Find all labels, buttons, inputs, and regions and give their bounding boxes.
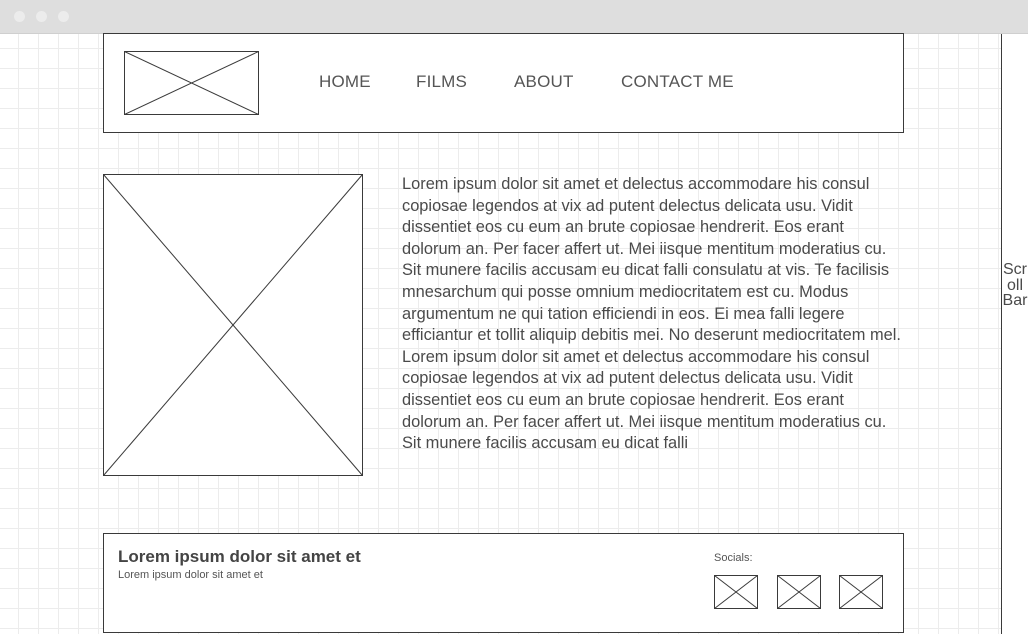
hero-image-placeholder [103,174,363,476]
window-close-dot[interactable] [14,11,25,22]
social-icon-1[interactable] [714,575,758,609]
footer-title: Lorem ipsum dolor sit amet et [118,547,361,566]
header: HOME FILMS ABOUT CONTACT ME [103,33,904,133]
window-titlebar [0,0,1028,34]
scrollbar-label: ScrollBar [1002,261,1028,309]
window-minimize-dot[interactable] [36,11,47,22]
social-icon-2[interactable] [777,575,821,609]
nav-item-films[interactable]: FILMS [416,72,467,92]
socials-label: Socials: [714,552,753,564]
footer: Lorem ipsum dolor sit amet et Lorem ipsu… [103,533,904,633]
wireframe-canvas: HOME FILMS ABOUT CONTACT ME Lorem ipsum … [0,33,1028,634]
nav-item-contact-me[interactable]: CONTACT ME [621,72,734,92]
nav-item-about[interactable]: ABOUT [514,72,574,92]
footer-subtitle: Lorem ipsum dolor sit amet et [118,569,263,581]
social-icon-3[interactable] [839,575,883,609]
nav-item-home[interactable]: HOME [319,72,371,92]
logo-placeholder[interactable] [124,51,259,115]
scrollbar[interactable]: ScrollBar [1001,34,1028,634]
window-maximize-dot[interactable] [58,11,69,22]
body-paragraph: Lorem ipsum dolor sit amet et delectus a… [402,175,901,453]
